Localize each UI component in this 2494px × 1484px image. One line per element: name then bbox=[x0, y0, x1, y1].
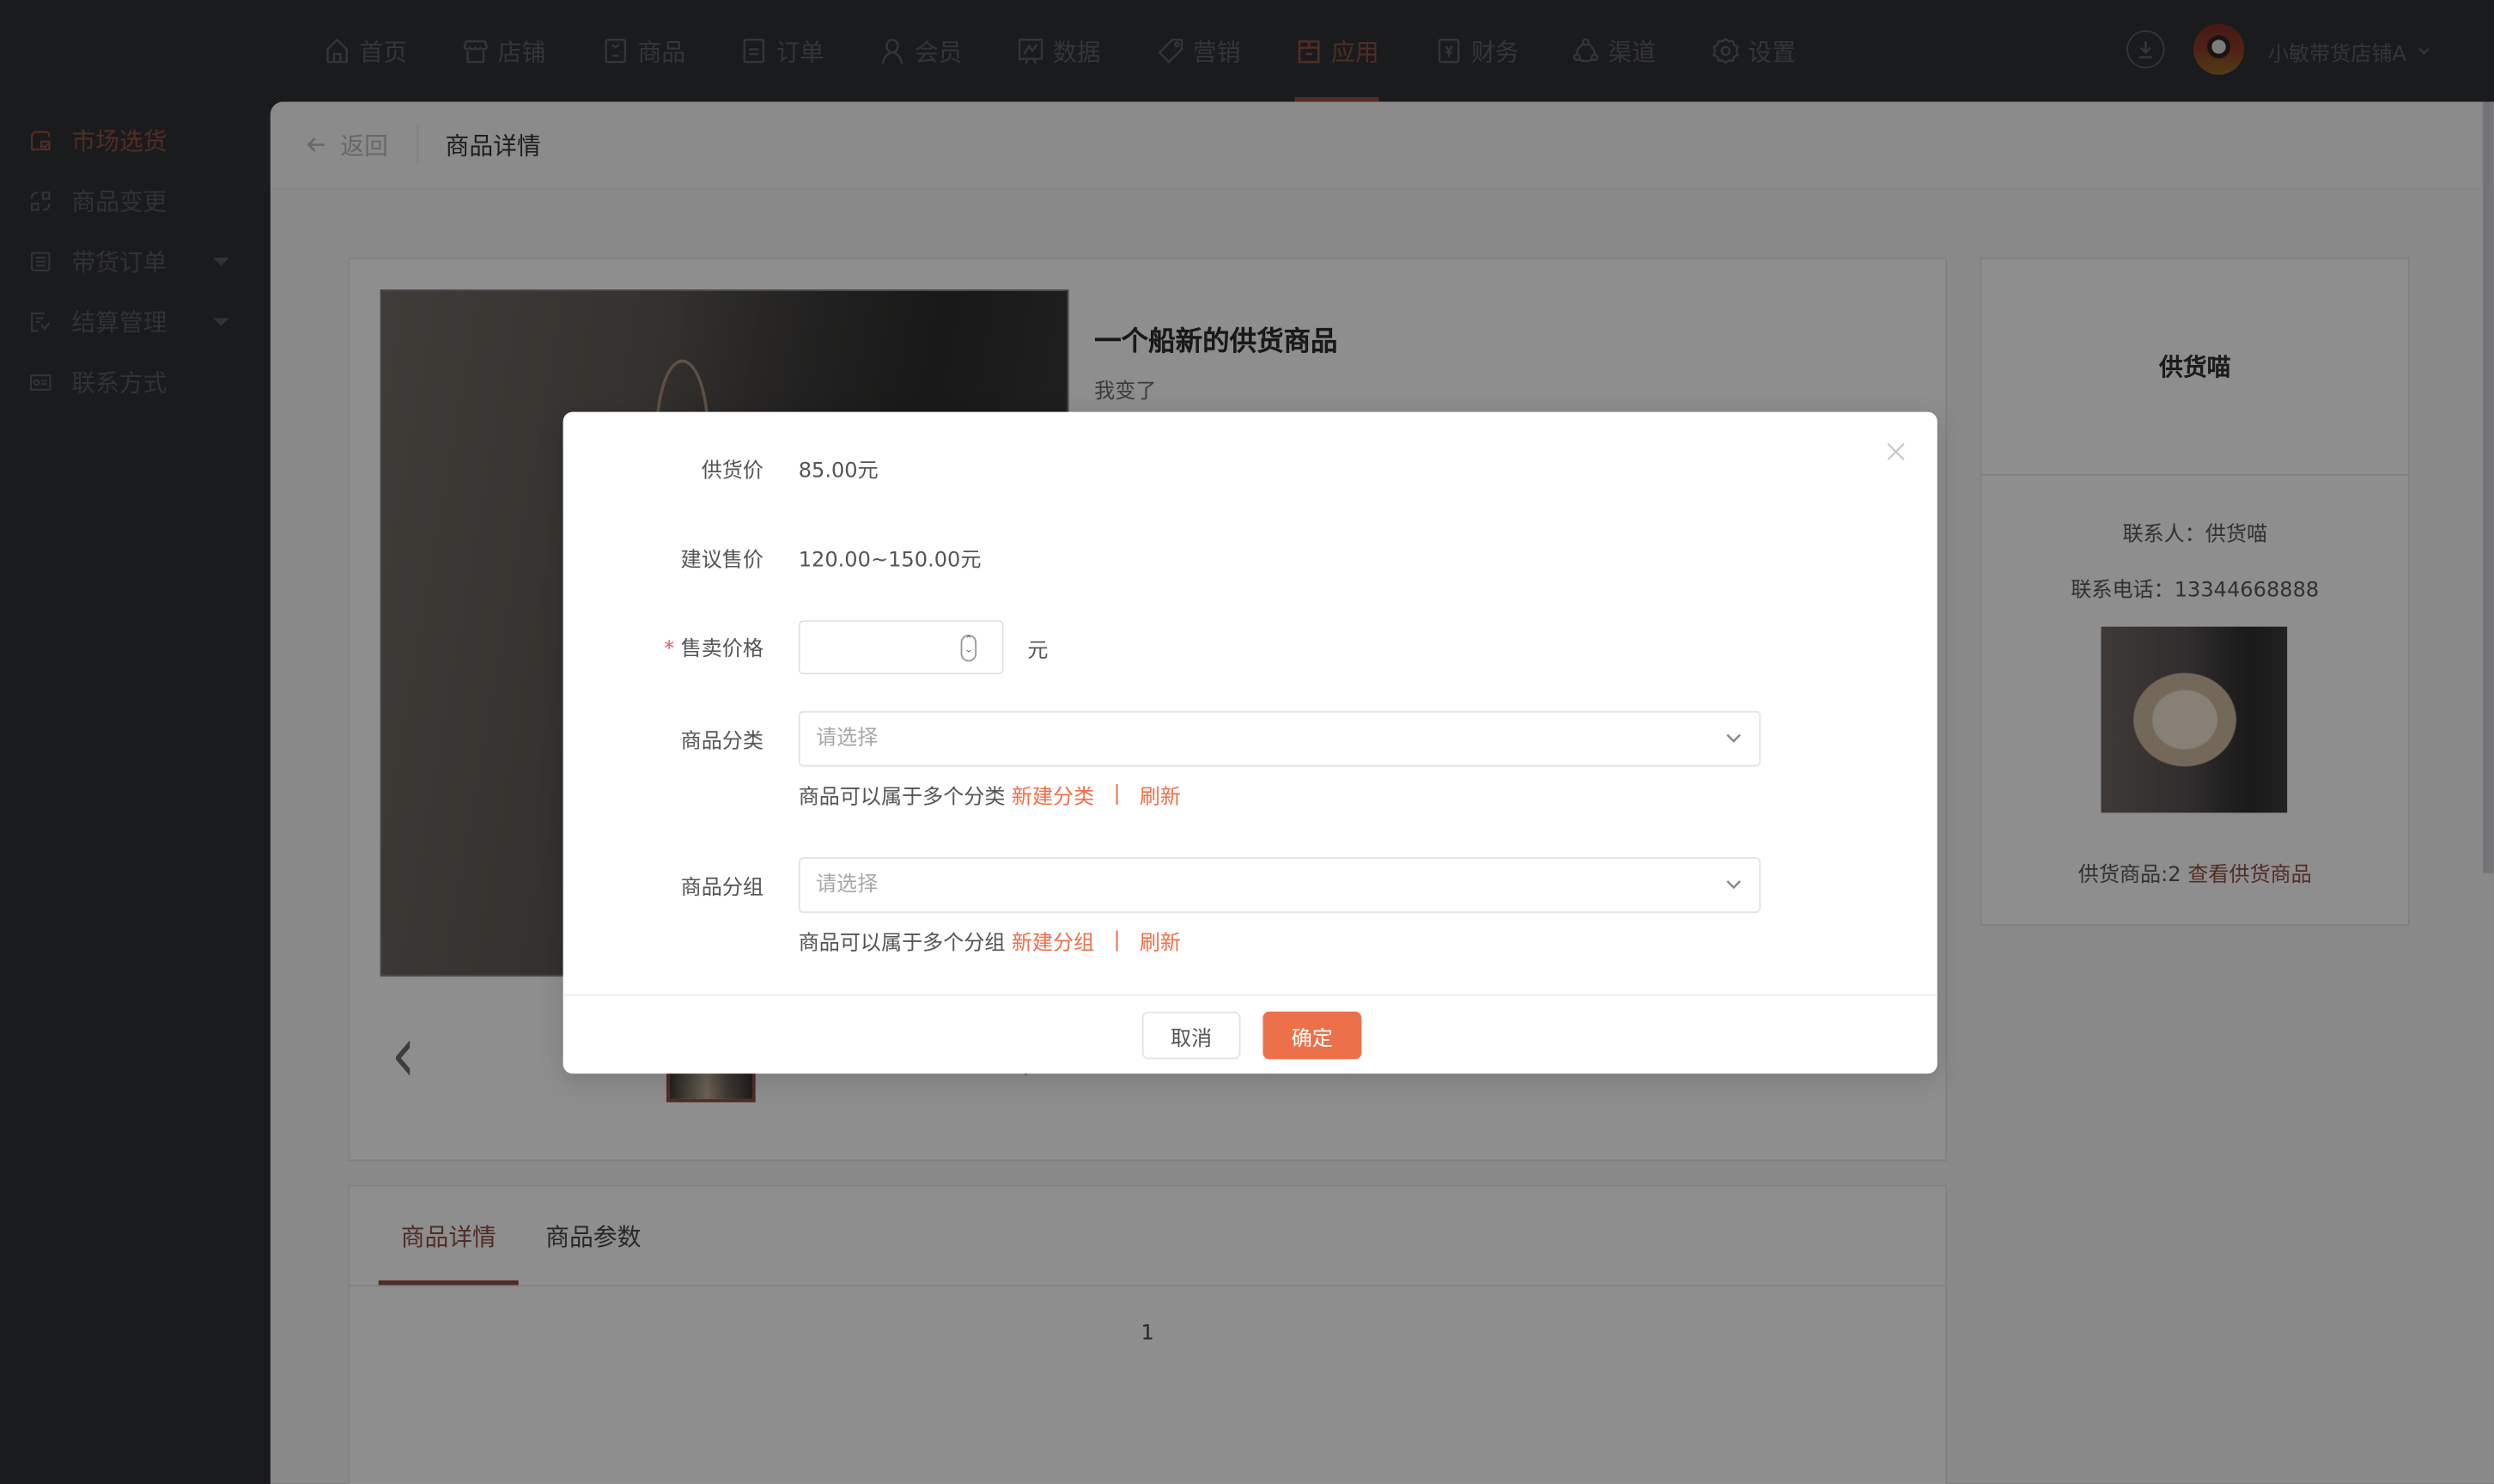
group-select[interactable]: 请选择 bbox=[798, 857, 1761, 914]
category-hint: 商品可以属于多个分类 新建分类 | 刷新 bbox=[799, 779, 1181, 809]
confirm-button[interactable]: 确定 bbox=[1262, 1011, 1362, 1060]
link-separator: | bbox=[1113, 782, 1121, 806]
number-stepper[interactable]: ⌃ ⌄ bbox=[960, 634, 977, 662]
refresh-category-link[interactable]: 刷新 bbox=[1140, 779, 1181, 810]
new-group-link[interactable]: 新建分组 bbox=[1012, 926, 1094, 956]
category-select[interactable]: 请选择 bbox=[798, 710, 1761, 767]
app-stage: 首页 店铺 商品 订单 会员 数据 营销 应用 财务 渠道 设置 小敏带货店铺A… bbox=[0, 0, 2494, 1484]
group-hint-text: 商品可以属于多个分组 bbox=[798, 932, 1006, 957]
supply-price-value: 85.00元 bbox=[798, 459, 879, 484]
sale-price-label: * 售卖价格 bbox=[563, 631, 763, 662]
chevron-down-icon bbox=[1726, 733, 1741, 743]
chevron-down-icon bbox=[1726, 880, 1741, 890]
group-placeholder: 请选择 bbox=[816, 873, 879, 897]
close-icon[interactable] bbox=[1883, 439, 1909, 465]
suggested-price-label: 建议售价 bbox=[680, 548, 763, 573]
pricing-modal: 供货价 85.00元 建议售价 120.00~150.00元 * 售卖价格 ⌃ ⌄ … bbox=[563, 411, 1937, 1074]
modal-footer-divider bbox=[563, 994, 1937, 996]
suggested-price-value: 120.00~150.00元 bbox=[798, 548, 982, 573]
required-mark: * bbox=[664, 637, 675, 662]
sale-price-label-text: 售卖价格 bbox=[680, 637, 763, 662]
sale-price-unit: 元 bbox=[1027, 639, 1049, 664]
refresh-group-link[interactable]: 刷新 bbox=[1140, 926, 1181, 956]
group-label: 商品分组 bbox=[680, 876, 763, 901]
cancel-button[interactable]: 取消 bbox=[1141, 1011, 1241, 1060]
category-placeholder: 请选择 bbox=[816, 727, 879, 751]
category-hint-text: 商品可以属于多个分类 bbox=[798, 785, 1006, 810]
group-hint: 商品可以属于多个分组 新建分组 | 刷新 bbox=[799, 926, 1181, 956]
supply-price-label: 供货价 bbox=[701, 459, 763, 484]
link-separator: | bbox=[1113, 928, 1121, 953]
new-category-link[interactable]: 新建分类 bbox=[1012, 779, 1094, 810]
sale-price-input[interactable]: ⌃ ⌄ bbox=[798, 620, 1004, 675]
category-label: 商品分类 bbox=[680, 730, 763, 754]
